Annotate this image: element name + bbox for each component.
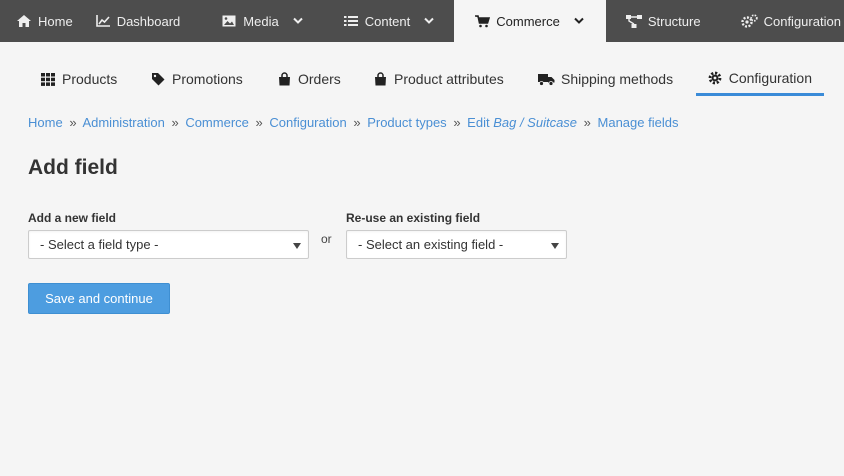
toolbar-item-label: Content: [364, 13, 411, 29]
tab-product-attributes[interactable]: Product attributes: [372, 62, 504, 96]
breadcrumb-commerce[interactable]: Commerce: [185, 115, 249, 130]
toolbar-item-commerce[interactable]: Commerce: [454, 0, 606, 42]
tab-label: Product attributes: [394, 71, 504, 87]
toolbar-item-structure[interactable]: Structure: [606, 0, 721, 42]
toolbar-item-content[interactable]: Content: [323, 0, 455, 42]
chart-icon: [95, 14, 111, 28]
bag-icon: [276, 72, 292, 86]
save-and-continue-button[interactable]: Save and continue: [28, 283, 170, 314]
tab-label: Shipping methods: [561, 71, 674, 87]
bag-icon: [372, 72, 388, 86]
existing-field-select[interactable]: - Select an existing field -: [346, 230, 567, 259]
new-field-label: Add a new field: [28, 211, 117, 225]
tab-label: Products: [62, 71, 118, 87]
toolbar-item-label: Dashboard: [116, 13, 181, 29]
cart-icon: [474, 14, 490, 28]
breadcrumb-edit-product-type[interactable]: Edit Bag / Suitcase: [467, 115, 577, 130]
toolbar-item-home[interactable]: Home: [0, 0, 93, 42]
toolbar-item-configuration[interactable]: Configuration: [721, 0, 844, 42]
breadcrumb-edit-item: Bag / Suitcase: [493, 115, 578, 130]
breadcrumb-separator: »: [583, 115, 591, 130]
tab-orders[interactable]: Orders: [276, 62, 341, 96]
breadcrumb-separator: »: [255, 115, 263, 130]
tab-label: Promotions: [172, 71, 243, 87]
dropdown-arrow-icon: [551, 243, 559, 249]
toolbar-item-media[interactable]: Media: [200, 0, 322, 42]
toolbar-item-label: Media: [243, 13, 279, 29]
truck-icon: [538, 72, 555, 86]
admin-toolbar: Home Dashboard Media Content Commerce St…: [0, 0, 844, 42]
gear-icon: [708, 71, 723, 85]
list-icon: [343, 14, 359, 28]
breadcrumb: Home » Administration » Commerce » Confi…: [28, 115, 678, 130]
chevron-down-icon: [424, 17, 434, 25]
tab-shipping-methods[interactable]: Shipping methods: [538, 62, 673, 96]
tag-icon: [150, 72, 166, 86]
breadcrumb-administration[interactable]: Administration: [82, 115, 164, 130]
grid-icon: [40, 72, 56, 86]
field-type-select[interactable]: - Select a field type -: [28, 230, 309, 259]
breadcrumb-product-types[interactable]: Product types: [367, 115, 447, 130]
breadcrumb-separator: »: [171, 115, 179, 130]
page-title: Add field: [28, 156, 118, 179]
cogs-icon: [740, 14, 758, 28]
tab-promotions[interactable]: Promotions: [150, 62, 243, 96]
home-icon: [16, 14, 32, 28]
toolbar-item-label: Commerce: [496, 13, 560, 29]
breadcrumb-separator: »: [453, 115, 461, 130]
tab-label: Orders: [298, 71, 341, 87]
breadcrumb-home[interactable]: Home: [28, 115, 63, 130]
breadcrumb-configuration[interactable]: Configuration: [269, 115, 346, 130]
sitemap-icon: [625, 14, 642, 28]
breadcrumb-edit-prefix: Edit: [467, 115, 490, 130]
toolbar-item-dashboard[interactable]: Dashboard: [93, 0, 201, 42]
or-separator: or: [321, 232, 332, 246]
existing-field-select-value: - Select an existing field -: [358, 237, 504, 252]
image-icon: [221, 14, 237, 28]
breadcrumb-separator: »: [353, 115, 361, 130]
dropdown-arrow-icon: [293, 243, 301, 249]
breadcrumb-separator: »: [69, 115, 77, 130]
toolbar-item-label: Configuration: [763, 13, 841, 29]
field-type-select-value: - Select a field type -: [40, 237, 159, 252]
chevron-down-icon: [574, 17, 584, 25]
chevron-down-icon: [293, 17, 303, 25]
toolbar-item-label: Structure: [647, 13, 701, 29]
tab-products[interactable]: Products: [40, 62, 117, 96]
tab-configuration[interactable]: Configuration: [696, 62, 824, 96]
tab-label: Configuration: [728, 69, 812, 86]
breadcrumb-manage-fields[interactable]: Manage fields: [598, 115, 679, 130]
existing-field-label: Re-use an existing field: [346, 211, 481, 225]
toolbar-item-label: Home: [38, 13, 73, 29]
secondary-tabs: Products Promotions Orders Product attri…: [0, 62, 844, 96]
